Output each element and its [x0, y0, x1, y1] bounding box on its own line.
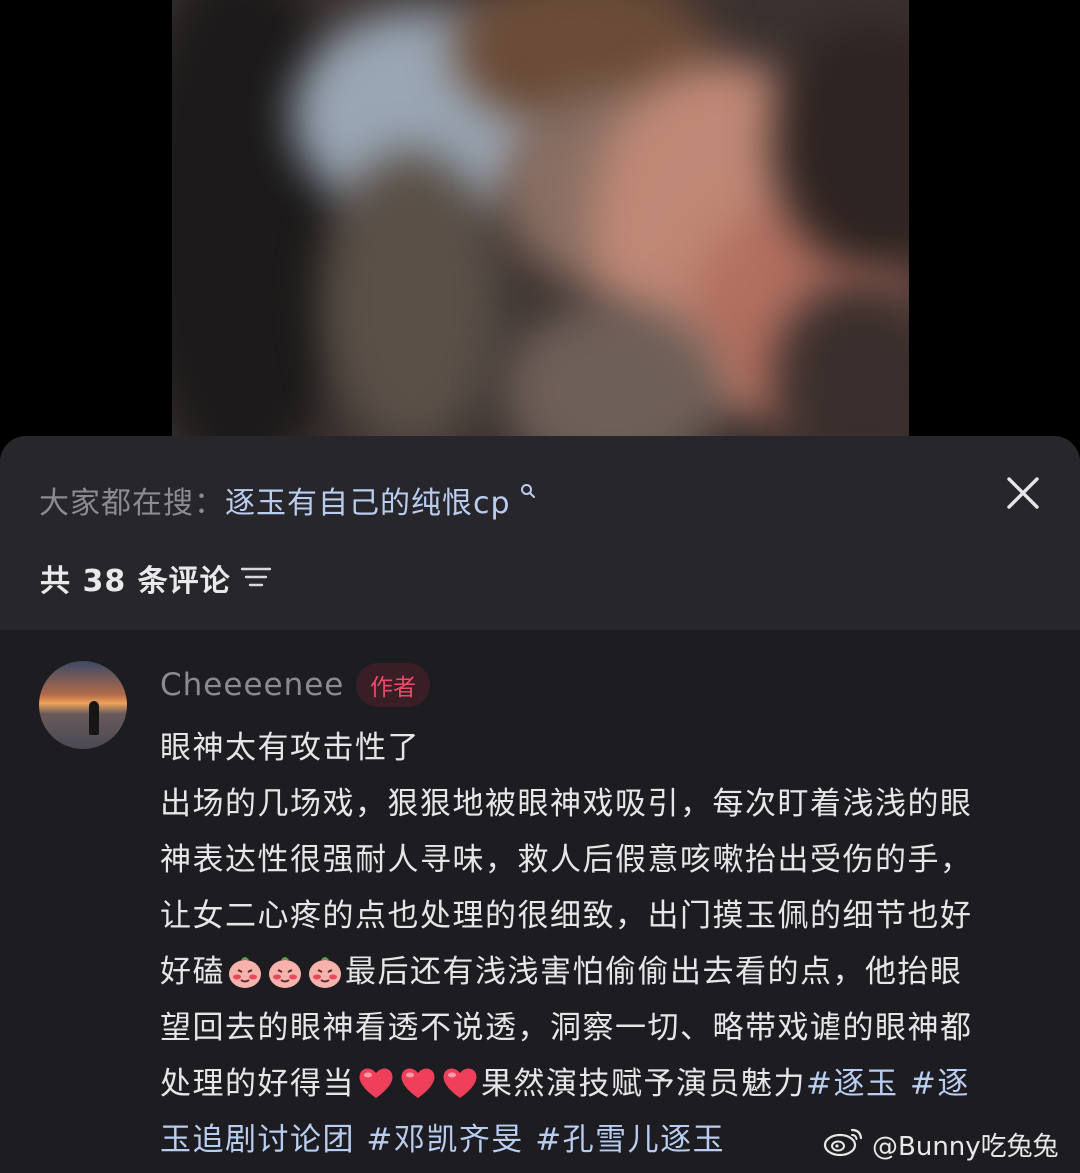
search-query-link[interactable]: 逐玉有自己的纯恨cp: [225, 486, 511, 521]
hashtag-link[interactable]: #孔雪儿逐玉: [535, 1122, 725, 1158]
watermark-text: @Bunny吃兔兔: [872, 1132, 1059, 1162]
sheet-header: 大家都在搜：逐玉有自己的纯恨cp 共 38 条评论: [0, 436, 1080, 630]
comment-line: 好磕 最后还有浅浅害怕偷偷出去看的点，他抬眼: [160, 944, 1045, 1000]
shy-face-emoji-icon: [226, 952, 264, 990]
search-prefix: 大家都在搜：: [39, 486, 225, 521]
comment-sheet: 大家都在搜：逐玉有自己的纯恨cp 共 38 条评论 Cheeeenee 作者 眼…: [0, 436, 1080, 1173]
comment-line: 处理的好得当 果然演技赋予演员魅力#逐玉 #逐: [160, 1056, 1045, 1112]
hashtag-link[interactable]: #逐玉: [806, 1066, 898, 1102]
weibo-logo-icon: [822, 1124, 866, 1165]
search-icon[interactable]: [513, 480, 536, 504]
shy-face-emoji-icon: [266, 952, 304, 990]
comment-text-segment: 果然演技赋予演员魅力: [481, 1066, 806, 1102]
heart-emoji-icon: [356, 1063, 396, 1101]
comment-line: 让女二心疼的点也处理的很细致，出门摸玉佩的细节也好: [160, 898, 973, 934]
hashtag-link[interactable]: 玉追剧讨论团: [160, 1122, 355, 1158]
comment-text-segment: 处理的好得当: [160, 1066, 355, 1102]
close-icon[interactable]: [998, 468, 1048, 518]
comment-line: 出场的几场戏，狠狠地被眼神戏吸引，每次盯着浅浅的眼: [160, 786, 973, 822]
comment-line: 眼神太有攻击性了: [160, 730, 420, 766]
search-suggestion[interactable]: 大家都在搜：逐玉有自己的纯恨cp: [39, 478, 536, 522]
watermark: @Bunny吃兔兔: [822, 1124, 1059, 1165]
heart-emoji-icon: [440, 1063, 480, 1101]
author-badge: 作者: [356, 663, 430, 707]
sort-icon[interactable]: [240, 562, 271, 597]
comment-count: 共 38 条评论: [40, 556, 271, 600]
comment-username[interactable]: Cheeeenee: [160, 667, 344, 703]
heart-emoji-icon: [398, 1063, 438, 1101]
hashtag-link[interactable]: #逐: [910, 1066, 970, 1102]
avatar[interactable]: [39, 661, 127, 749]
comment-text-segment: 好磕: [160, 954, 225, 990]
video-frame[interactable]: [172, 0, 909, 440]
comment-text[interactable]: 眼神太有攻击性了 出场的几场戏，狠狠地被眼神戏吸引，每次盯着浅浅的眼 神表达性很…: [160, 720, 1045, 1168]
comment-text-segment: 最后还有浅浅害怕偷偷出去看的点，他抬眼: [345, 954, 963, 990]
hashtag-link[interactable]: #邓凯齐旻: [366, 1122, 523, 1158]
comment-count-text: 共 38 条评论: [40, 564, 231, 599]
comment-line: 望回去的眼神看透不说透，洞察一切、略带戏谑的眼神都: [160, 1010, 973, 1046]
comment-line: 神表达性很强耐人寻味，救人后假意咳嗽抬出受伤的手，: [160, 842, 973, 878]
shy-face-emoji-icon: [306, 952, 344, 990]
